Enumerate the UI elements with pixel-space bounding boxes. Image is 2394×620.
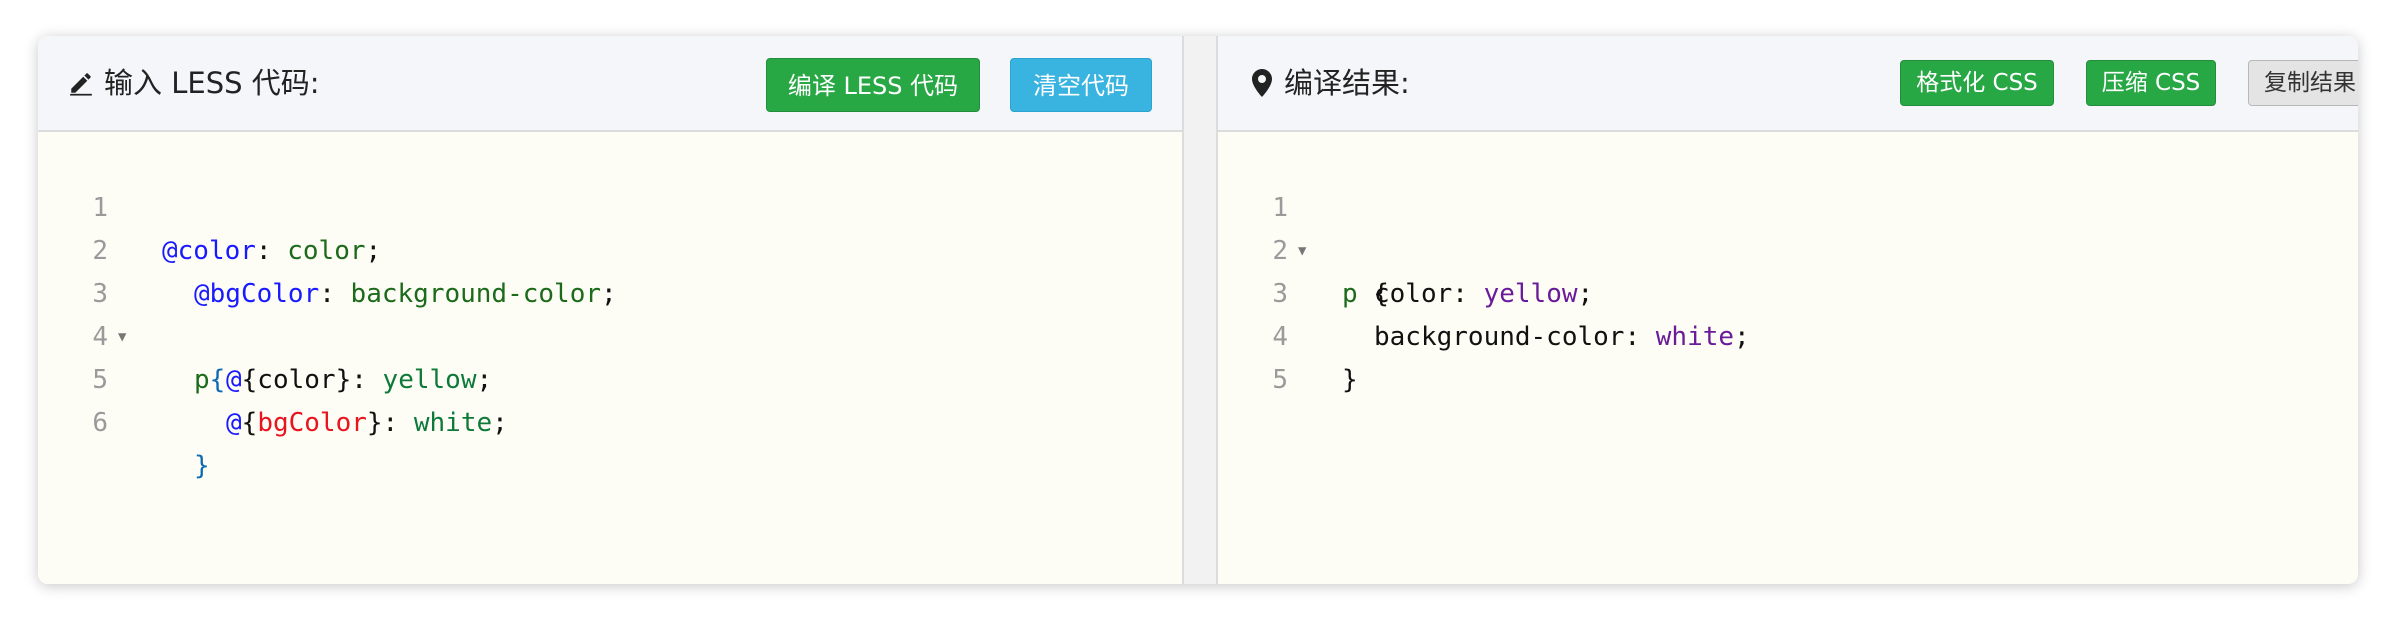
format-css-button[interactable]: 格式化 CSS (1900, 60, 2054, 106)
code-line: 3 background-color: white; (1218, 230, 2358, 352)
css-output-pane: 编译结果: 格式化 CSS 压缩 CSS 复制结果 1 ▼ p { 2 colo… (1218, 36, 2358, 584)
line-number: 5 (1272, 365, 1288, 395)
less-compiler-card: 输入 LESS 代码: 编译 LESS 代码 清空代码 1 @color: co… (38, 36, 2358, 584)
code-line: 1 @color: color; (38, 144, 1182, 266)
compile-less-button[interactable]: 编译 LESS 代码 (766, 58, 980, 112)
less-input-title: 输入 LESS 代码: (68, 36, 320, 130)
css-output-header: 编译结果: 格式化 CSS 压缩 CSS 复制结果 (1218, 36, 2358, 132)
minify-css-button[interactable]: 压缩 CSS (2086, 60, 2216, 106)
map-marker-icon (1252, 69, 1272, 97)
less-code-editor[interactable]: 1 @color: color; 2 @bgColor: background-… (38, 132, 1182, 584)
pane-splitter[interactable] (1182, 36, 1218, 584)
code-line: 6 } (38, 359, 1182, 481)
code-line: 5 (1218, 316, 2358, 395)
code-line: 5 @{bgColor}: white; (38, 316, 1182, 438)
code-line: 2 @bgColor: background-color; (38, 187, 1182, 309)
less-input-title-text: 输入 LESS 代码: (104, 66, 320, 100)
code-text: } (194, 451, 210, 481)
code-text: @{bgColor}: white; (226, 408, 508, 438)
css-output-title-text: 编译结果: (1284, 66, 1410, 100)
code-line: 4 @{color}: yellow; (38, 273, 1182, 395)
line-number: 6 (92, 408, 108, 438)
copy-result-button[interactable]: 复制结果 (2248, 60, 2358, 106)
pencil-icon (70, 73, 92, 96)
less-input-pane: 输入 LESS 代码: 编译 LESS 代码 清空代码 1 @color: co… (38, 36, 1182, 584)
clear-code-button[interactable]: 清空代码 (1010, 58, 1152, 112)
code-line: 1 ▼ p { (1218, 144, 2358, 309)
code-text: } (1342, 365, 1358, 395)
code-line: 2 color: yellow; (1218, 187, 2358, 309)
code-line: 4 } (1218, 273, 2358, 395)
css-output-editor[interactable]: 1 ▼ p { 2 color: yellow; 3 background-co… (1218, 132, 2358, 584)
css-output-title: 编译结果: (1250, 36, 1410, 130)
code-line: 3 ▼ p{ (38, 230, 1182, 395)
less-input-header: 输入 LESS 代码: 编译 LESS 代码 清空代码 (38, 36, 1182, 132)
